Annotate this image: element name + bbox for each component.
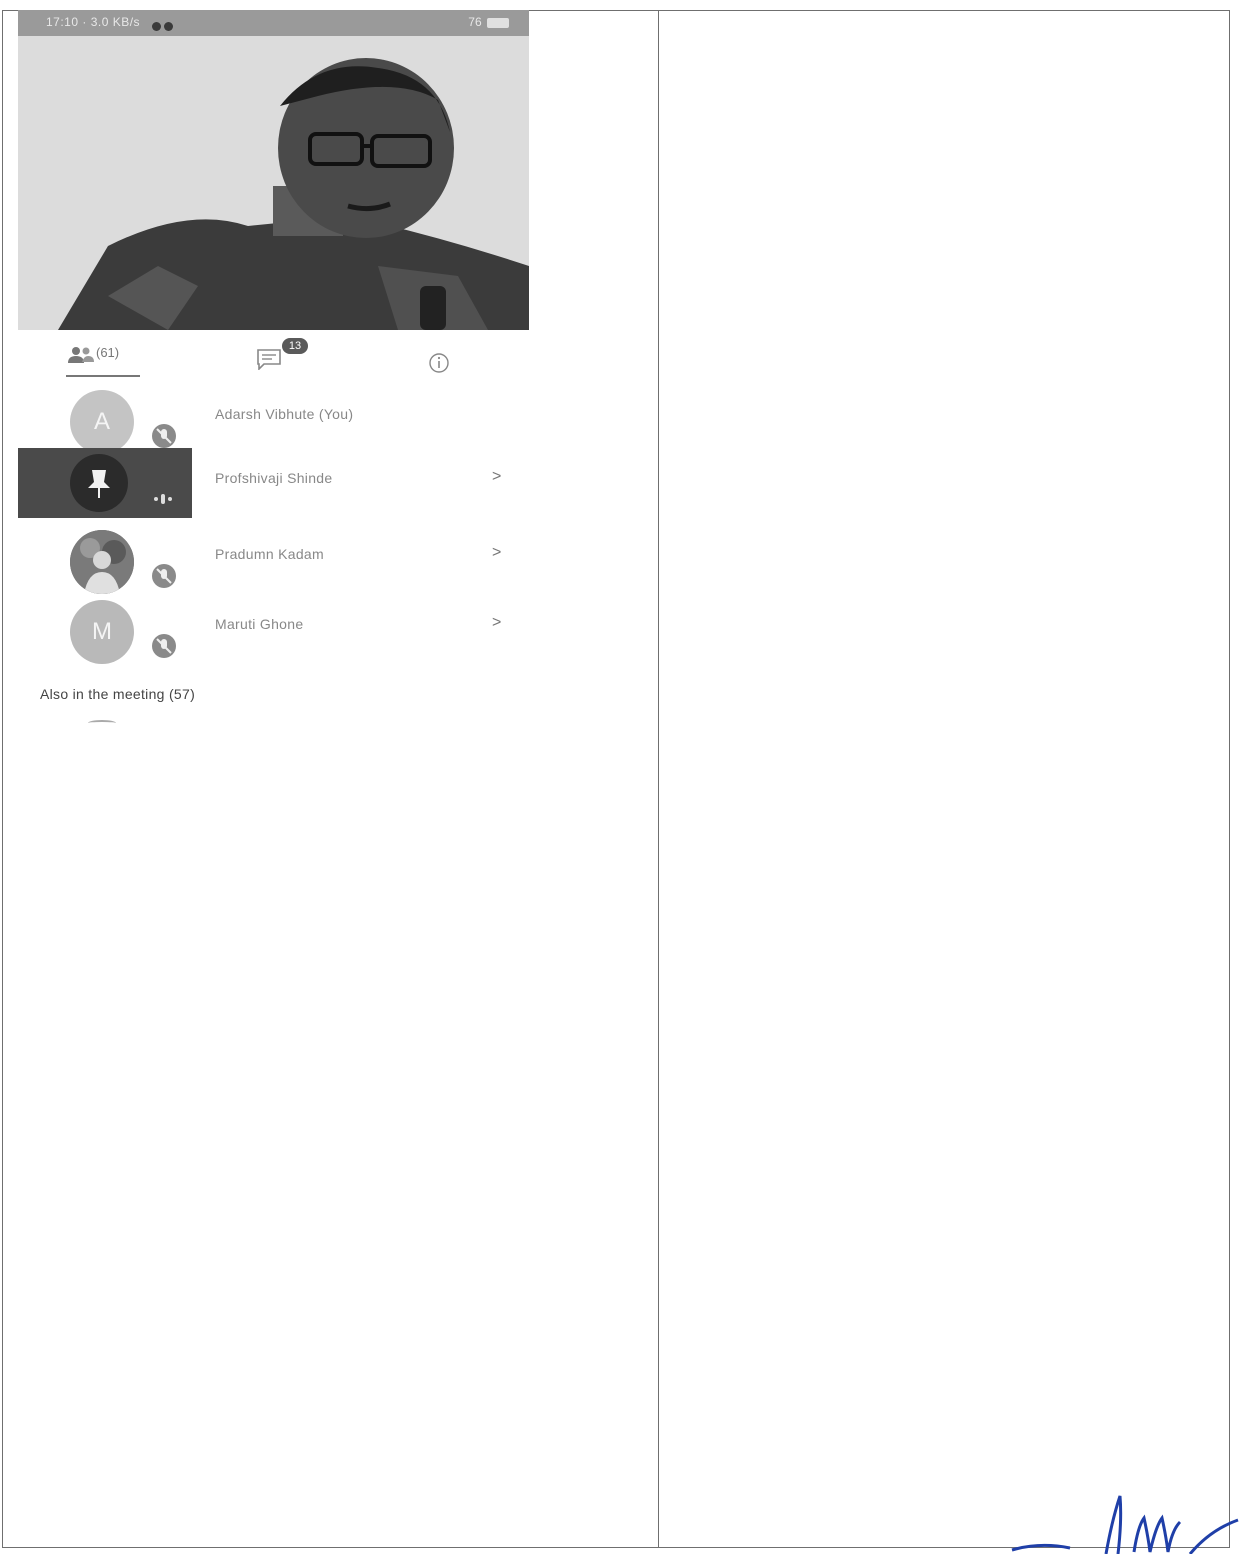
participant-row-adarsh[interactable]: A Adarsh Vibhute (You) [18, 384, 529, 454]
cropped-avatar-edge [88, 720, 116, 726]
status-time: 17:10 · 3.0 KB/s [46, 15, 141, 29]
speaking-tile [18, 448, 192, 518]
avatar-photo [70, 530, 134, 594]
mic-off-icon [152, 634, 176, 658]
people-count: (61) [96, 345, 120, 360]
mic-off-icon [152, 564, 176, 588]
participant-row-profshivaji[interactable]: Profshivaji Shinde > [18, 448, 529, 518]
avatar: A [70, 390, 134, 454]
battery-icon [487, 17, 509, 28]
handwritten-signature [1011, 1495, 1239, 1554]
participant-name: Maruti Ghone [215, 616, 304, 632]
tab-people[interactable]: (61) [66, 338, 140, 378]
active-tab-indicator [66, 375, 140, 377]
chevron-right-icon[interactable]: > [492, 614, 501, 632]
meeting-screenshot: 17:10 · 3.0 KB/s 76 (61) 13 A Adarsh Vib… [18, 10, 529, 740]
speaking-indicator-icon [154, 490, 175, 508]
speaker-video-frame [18, 36, 529, 330]
participant-name: Profshivaji Shinde [215, 470, 333, 486]
participant-name: Adarsh Vibhute (You) [215, 406, 354, 422]
chat-icon [257, 349, 281, 370]
panel-tabs: (61) 13 [18, 338, 529, 382]
also-in-meeting-heading: Also in the meeting (57) [40, 686, 196, 702]
notification-icons [152, 18, 176, 36]
participant-avatar-wrap [70, 530, 176, 596]
pin-icon [88, 470, 110, 498]
participant-avatar-wrap: M [70, 600, 176, 666]
status-right-text: 76 [468, 15, 482, 29]
avatar: M [70, 600, 134, 664]
status-bar: 17:10 · 3.0 KB/s 76 [18, 10, 529, 36]
participant-row-maruti[interactable]: M Maruti Ghone > [18, 594, 529, 664]
mic-off-icon [152, 424, 176, 448]
tab-chat[interactable]: 13 [256, 338, 316, 378]
chevron-right-icon[interactable]: > [492, 544, 501, 562]
chat-unread-badge: 13 [282, 338, 308, 354]
status-right: 76 [468, 15, 509, 29]
people-icon [68, 347, 94, 363]
chevron-right-icon[interactable]: > [492, 468, 501, 486]
avatar [70, 454, 128, 512]
participant-name: Pradumn Kadam [215, 546, 324, 562]
info-icon [429, 353, 449, 373]
speaker-video[interactable] [18, 36, 529, 330]
participant-row-pradumn[interactable]: Pradumn Kadam > [18, 524, 529, 594]
column-divider [658, 10, 659, 1548]
scanned-page: 17:10 · 3.0 KB/s 76 (61) 13 A Adarsh Vib… [0, 0, 1239, 1554]
tab-info[interactable] [428, 338, 452, 378]
participant-avatar-wrap: A [70, 390, 176, 456]
